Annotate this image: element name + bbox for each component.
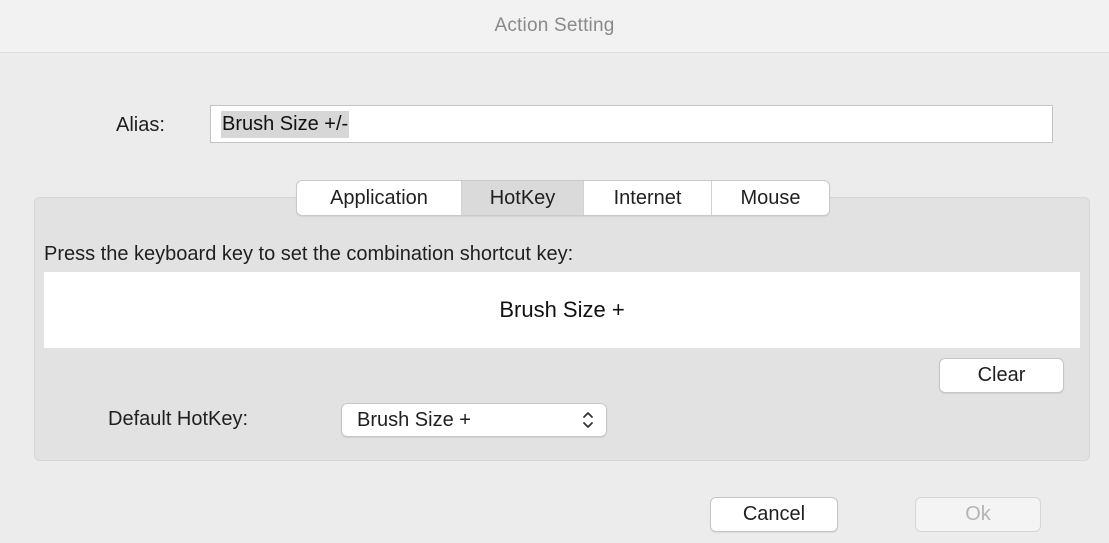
tab-mouse[interactable]: Mouse <box>712 181 829 215</box>
tab-hotkey[interactable]: HotKey <box>462 181 584 215</box>
hotkey-capture-field[interactable]: Brush Size + <box>44 272 1080 348</box>
alias-input-value: Brush Size +/- <box>221 110 350 138</box>
title-bar: Action Setting <box>0 0 1109 53</box>
tab-bar: Application HotKey Internet Mouse <box>296 180 830 216</box>
chevron-up-down-icon <box>583 412 593 428</box>
default-hotkey-select[interactable]: Brush Size + <box>341 403 607 437</box>
hotkey-capture-value: Brush Size + <box>499 297 625 322</box>
alias-label: Alias: <box>116 114 165 136</box>
hotkey-prompt: Press the keyboard key to set the combin… <box>44 243 574 265</box>
default-hotkey-label: Default HotKey: <box>108 408 249 430</box>
cancel-button[interactable]: Cancel <box>710 497 838 532</box>
alias-input[interactable]: Brush Size +/- <box>210 105 1053 143</box>
window-title: Action Setting <box>494 15 615 36</box>
clear-button[interactable]: Clear <box>939 358 1064 393</box>
default-hotkey-selected-value: Brush Size + <box>357 408 471 431</box>
tab-application[interactable]: Application <box>297 181 462 215</box>
ok-button[interactable]: Ok <box>915 497 1041 532</box>
tab-internet[interactable]: Internet <box>584 181 712 215</box>
action-setting-window: Action Setting Alias: Brush Size +/- App… <box>0 0 1109 543</box>
